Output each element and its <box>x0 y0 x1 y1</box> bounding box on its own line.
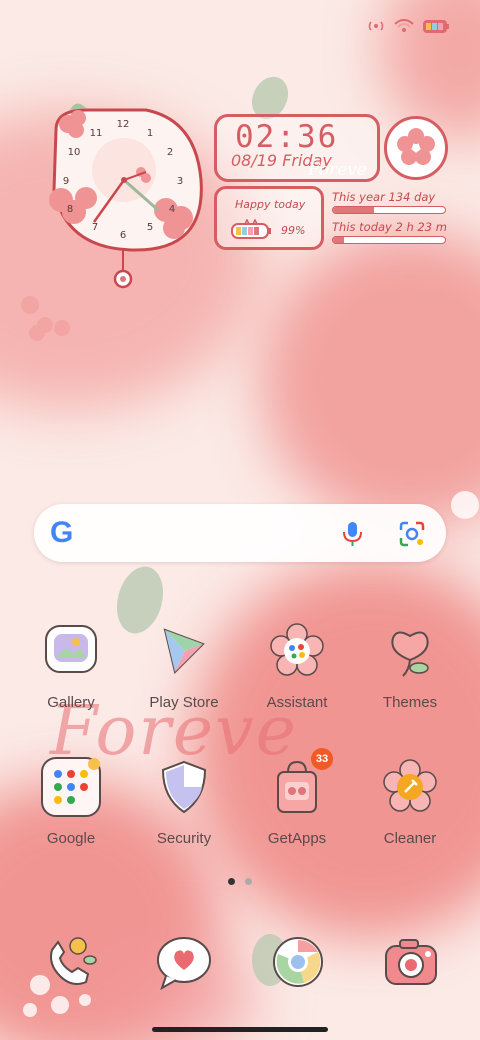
messages-icon <box>157 937 211 991</box>
phone-icon <box>50 937 97 985</box>
themes-icon <box>379 620 441 682</box>
clock-numeral: 3 <box>177 176 183 187</box>
security-icon <box>153 756 215 818</box>
clock-numeral: 7 <box>92 222 98 233</box>
battery-widget[interactable]: Happy today 99% <box>214 186 324 250</box>
year-progress: This year 134 day <box>332 190 446 214</box>
today-progress: This today 2 h 23 m <box>332 220 447 244</box>
happy-today-label: Happy today <box>235 198 306 211</box>
today-progress-fill <box>333 237 345 243</box>
app-assistant[interactable]: Assistant <box>247 620 347 711</box>
app-play-store[interactable]: Play Store <box>134 620 234 711</box>
dock-camera[interactable] <box>380 930 444 994</box>
today-progress-bar <box>332 236 446 244</box>
app-label: Gallery <box>47 694 95 711</box>
chrome-icon <box>273 937 323 987</box>
dock-messages[interactable] <box>152 930 216 994</box>
forever-label: Foreve <box>308 160 367 180</box>
app-label: Play Store <box>149 694 219 711</box>
google-logo: G <box>50 516 74 549</box>
app-getapps[interactable]: 33 GetApps <box>247 748 347 847</box>
clock-numeral: 11 <box>90 128 103 139</box>
hotspot-icon <box>366 18 386 34</box>
app-label: Themes <box>382 694 438 711</box>
clock-numeral: 1 <box>147 128 153 139</box>
battery-percent: 99% <box>281 224 306 237</box>
app-label: Security <box>156 830 212 847</box>
camera-icon <box>385 939 437 985</box>
lens-icon[interactable] <box>398 520 426 552</box>
app-label: GetApps <box>267 830 327 847</box>
year-progress-label: This year 134 day <box>332 190 436 204</box>
dock-phone[interactable] <box>38 930 102 994</box>
clock-numeral: 8 <box>67 204 73 215</box>
dock-chrome[interactable] <box>266 930 330 994</box>
assistant-icon <box>266 620 328 682</box>
notification-badge: 33 <box>311 748 333 770</box>
clock-numeral: 10 <box>68 147 81 158</box>
analog-clock-face: 12 1 2 3 4 5 6 7 8 9 10 11 <box>49 103 203 289</box>
clock-numeral: 5 <box>147 222 153 233</box>
app-cleaner[interactable]: Cleaner <box>360 756 460 847</box>
app-google-folder[interactable]: Google <box>21 756 121 847</box>
time-text: 02:36 <box>235 119 339 155</box>
app-label: Assistant <box>266 694 328 711</box>
app-themes[interactable]: Themes <box>360 620 460 711</box>
app-label: Cleaner <box>383 830 437 847</box>
wifi-icon <box>394 18 414 34</box>
cleaner-icon <box>379 756 441 818</box>
status-bar <box>366 14 450 38</box>
google-folder-icon <box>40 756 102 818</box>
play-store-icon <box>153 620 215 682</box>
flower-icon <box>397 128 435 165</box>
battery-cute-icon <box>231 219 271 239</box>
page-dot[interactable] <box>245 878 252 885</box>
app-label: Google <box>46 830 96 847</box>
year-progress-bar <box>332 206 446 214</box>
home-indicator[interactable] <box>152 1027 328 1032</box>
year-progress-fill <box>333 207 375 213</box>
page-dot-active[interactable] <box>228 878 235 885</box>
battery-icon <box>422 18 450 34</box>
clock-numeral: 6 <box>120 230 126 241</box>
mic-icon[interactable] <box>340 520 366 552</box>
analog-clock-widget[interactable]: 12 1 2 3 4 5 6 7 8 9 10 11 <box>46 100 206 290</box>
today-progress-label: This today 2 h 23 m <box>332 220 447 234</box>
clock-numeral: 9 <box>63 176 69 187</box>
clock-numeral: 12 <box>117 119 130 130</box>
google-search-bar[interactable]: G <box>34 504 446 562</box>
flower-widget-button[interactable] <box>384 116 448 180</box>
gallery-icon <box>40 620 102 682</box>
page-indicator[interactable] <box>228 878 252 885</box>
app-security[interactable]: Security <box>134 756 234 847</box>
app-gallery[interactable]: Gallery <box>21 620 121 711</box>
clock-numeral: 4 <box>169 204 175 215</box>
clock-numeral: 2 <box>167 147 173 158</box>
